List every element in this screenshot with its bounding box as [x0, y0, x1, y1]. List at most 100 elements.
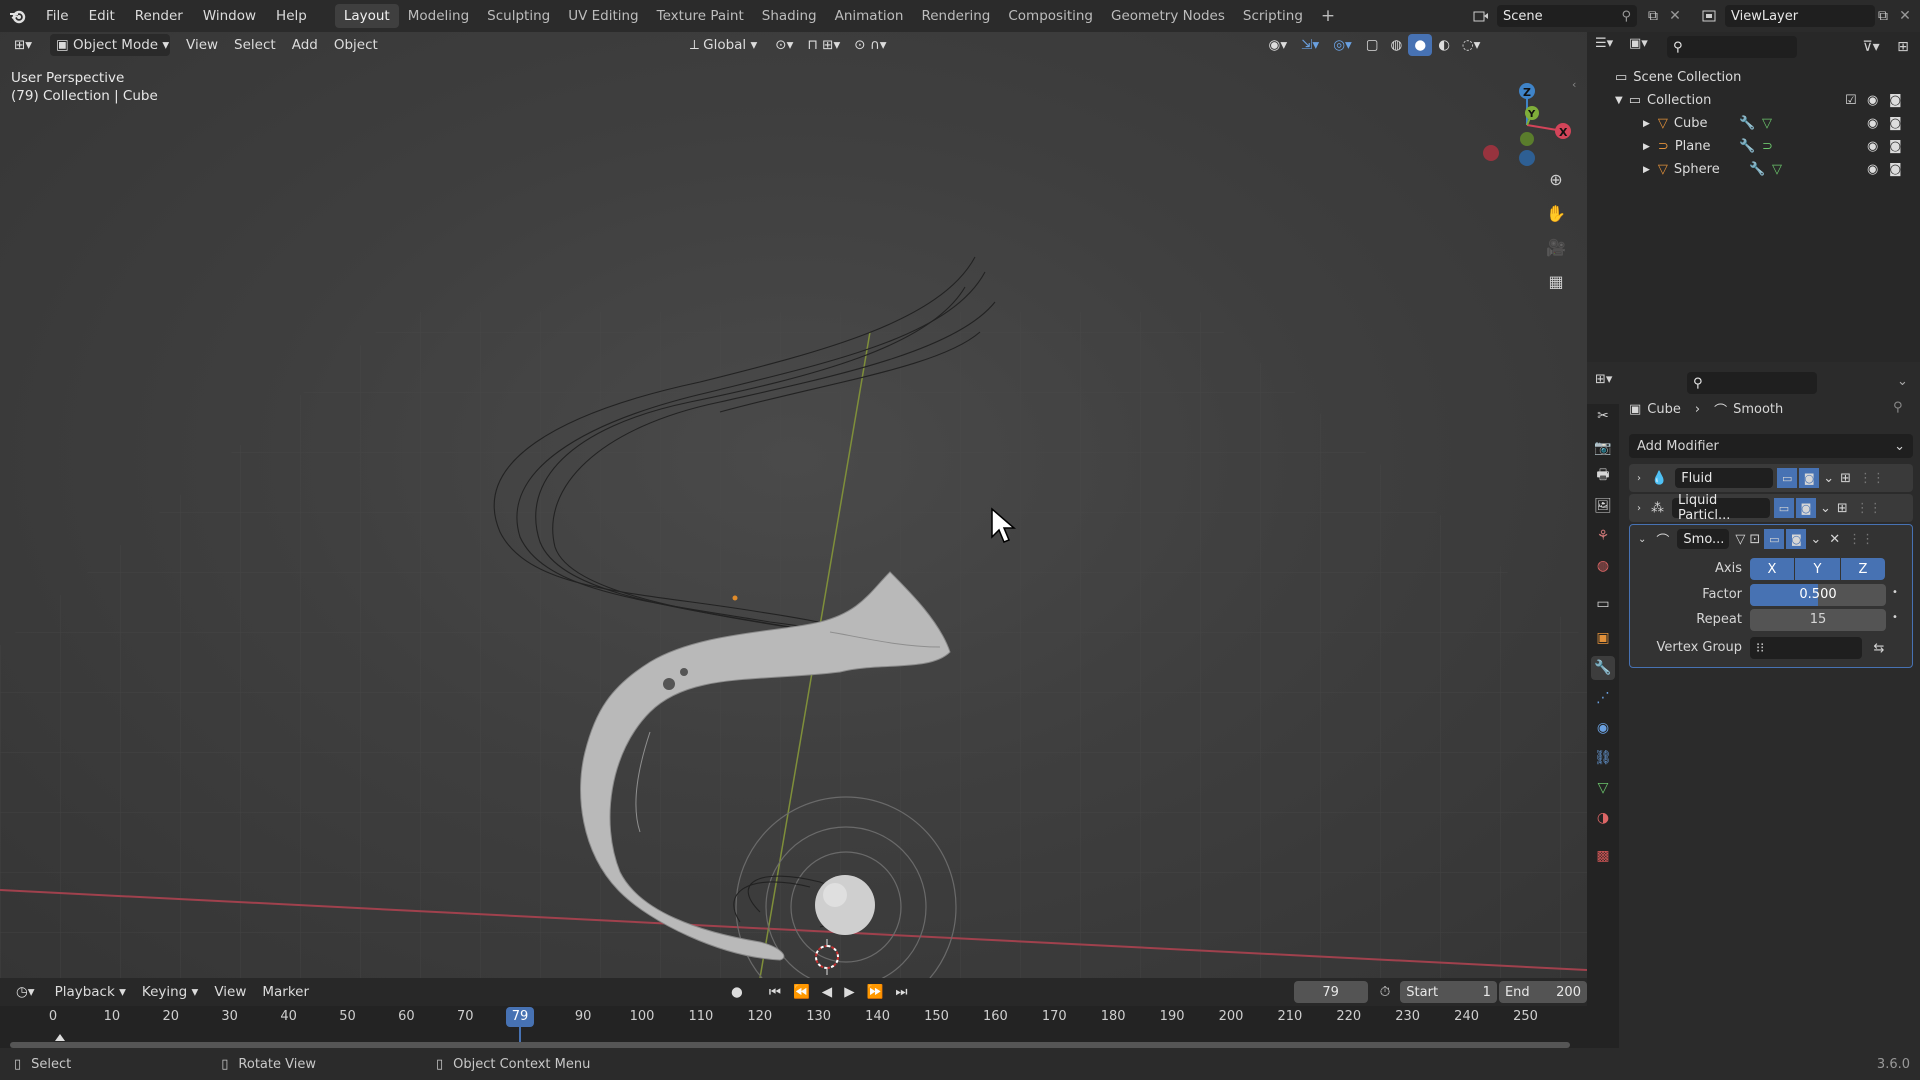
expand-arrow-icon[interactable]: ›: [1637, 503, 1641, 514]
remove-modifier-icon[interactable]: ✕: [1829, 532, 1840, 547]
menu-select[interactable]: Select: [228, 34, 282, 56]
expand-arrow-icon[interactable]: ▶: [1643, 142, 1650, 152]
render-camera-icon[interactable]: ◙: [1889, 162, 1902, 177]
tab-shading[interactable]: Shading: [753, 4, 826, 28]
preview-range-icon[interactable]: ⏱: [1374, 981, 1397, 1003]
menu-file[interactable]: File: [36, 0, 79, 32]
show-viewport-icon[interactable]: ▭: [1777, 468, 1798, 488]
expand-arrow-icon[interactable]: ›: [1637, 473, 1641, 484]
tab-sculpting[interactable]: Sculpting: [478, 4, 559, 28]
ortho-grid-icon[interactable]: ▦: [1545, 270, 1567, 292]
outliner-search-input[interactable]: ⚲: [1667, 36, 1797, 58]
modifier-name-field[interactable]: Fluid: [1675, 468, 1774, 488]
outliner-item-sphere[interactable]: ▶ ▽ Sphere 🔧 ▽ ◉ ◙: [1587, 158, 1920, 181]
pivot-point-icon[interactable]: ⊙▾: [769, 34, 799, 56]
modifier-panel-liquid-particles[interactable]: › ⁂ Liquid Particl... ▭ ◙ ⌄ ⊞ ⋮⋮: [1629, 493, 1913, 523]
texture-tab-icon[interactable]: ▩: [1591, 844, 1615, 868]
delete-scene-icon[interactable]: ✕: [1664, 5, 1686, 27]
tab-compositing[interactable]: Compositing: [999, 4, 1102, 28]
menu-object[interactable]: Object: [328, 34, 384, 56]
render-tab-icon[interactable]: 📷: [1591, 436, 1615, 460]
menu-playback[interactable]: Playback ▾: [49, 981, 132, 1003]
tab-rendering[interactable]: Rendering: [912, 4, 999, 28]
expand-collapse-icon[interactable]: ▼: [1615, 95, 1623, 106]
render-camera-icon[interactable]: ◙: [1889, 139, 1902, 154]
data-tab-icon[interactable]: ▽: [1591, 776, 1615, 800]
collapse-arrow-icon[interactable]: ⌄: [1638, 534, 1646, 545]
outliner-editor-icon[interactable]: ☰▾: [1595, 36, 1625, 58]
keyframe-dot-icon[interactable]: •: [1892, 612, 1898, 623]
overlay-toggle-icon[interactable]: ◎▾: [1327, 34, 1358, 56]
tab-layout[interactable]: Layout: [334, 4, 399, 28]
add-modifier-button[interactable]: Add Modifier ⌄: [1629, 434, 1913, 458]
delete-view-layer-icon[interactable]: ✕: [1894, 5, 1916, 27]
menu-window[interactable]: Window: [193, 0, 266, 32]
collection-tab-icon[interactable]: ▭: [1591, 592, 1615, 616]
keyframe-marker-icon[interactable]: [55, 1034, 65, 1041]
end-frame-field[interactable]: End 200: [1498, 981, 1587, 1003]
edit-mode-icon[interactable]: ▽: [1735, 532, 1745, 547]
expand-arrow-icon[interactable]: ▶: [1643, 165, 1650, 175]
snap-icon[interactable]: ⊓ ⊞▾: [801, 34, 846, 56]
drag-handle-icon[interactable]: ⋮⋮: [1848, 532, 1874, 547]
constraints-tab-icon[interactable]: ⛓: [1591, 746, 1615, 770]
filter-icon[interactable]: ⊽▾: [1855, 36, 1887, 58]
render-camera-icon[interactable]: ◙: [1889, 116, 1902, 131]
outliner-item-cube[interactable]: ▶ ▽ Cube 🔧 ▽ ◉ ◙: [1587, 112, 1920, 135]
rendered-shading-icon[interactable]: ◌▾: [1456, 34, 1487, 56]
timeline-ruler[interactable]: 0 10 20 30 40 50 60 70 90 100 110 120 130 140 150 160 17…: [0, 1006, 1587, 1048]
editor-type-icon[interactable]: ⊞▾: [8, 34, 44, 56]
modifier-name-field[interactable]: Smo...: [1677, 529, 1730, 549]
modifier-tab-icon[interactable]: 🔧: [1591, 656, 1615, 680]
axis-y-toggle[interactable]: Y: [1795, 558, 1840, 580]
play-reverse-icon[interactable]: ◀: [816, 981, 838, 1003]
tab-texture-paint[interactable]: Texture Paint: [648, 4, 753, 28]
invert-vertex-group-icon[interactable]: ⇆: [1868, 637, 1890, 659]
modifier-options-icon[interactable]: ⊞: [1840, 471, 1851, 486]
view-layer-icon[interactable]: [1696, 4, 1722, 28]
drag-handle-icon[interactable]: ⋮⋮: [1859, 471, 1885, 486]
camera-view-icon[interactable]: 🎥: [1545, 236, 1567, 258]
new-scene-icon[interactable]: ⧉: [1642, 5, 1664, 27]
chevron-down-icon[interactable]: ⌄: [1823, 471, 1834, 486]
menu-render[interactable]: Render: [125, 0, 193, 32]
vertex-group-field[interactable]: ⁝⁝: [1750, 637, 1862, 659]
solid-shading-icon[interactable]: ●: [1408, 34, 1433, 56]
exclude-checkbox[interactable]: ☑: [1845, 93, 1857, 108]
pin-icon[interactable]: ⚲: [1893, 400, 1903, 415]
prev-keyframe-icon[interactable]: ⏪: [787, 981, 816, 1003]
tool-tab-icon[interactable]: ✂: [1591, 404, 1615, 428]
tab-scripting[interactable]: Scripting: [1234, 4, 1312, 28]
blender-logo-icon[interactable]: [0, 0, 36, 32]
visibility-icon[interactable]: ◉▾: [1263, 34, 1294, 56]
modifier-wrench-icon[interactable]: 🔧: [1739, 139, 1755, 154]
particles-tab-icon[interactable]: ⋰: [1591, 686, 1615, 710]
modifier-name-field[interactable]: Liquid Particl...: [1672, 493, 1770, 523]
start-frame-field[interactable]: Start 1: [1400, 981, 1497, 1003]
tab-uv-editing[interactable]: UV Editing: [559, 4, 647, 28]
show-render-icon[interactable]: ◙: [1796, 498, 1816, 518]
menu-add[interactable]: Add: [286, 34, 324, 56]
visibility-eye-icon[interactable]: ◉: [1867, 93, 1878, 108]
modifier-options-icon[interactable]: ⊞: [1837, 501, 1848, 516]
tab-geometry-nodes[interactable]: Geometry Nodes: [1102, 4, 1234, 28]
view-layer-field[interactable]: ViewLayer: [1725, 5, 1875, 27]
curve-data-icon[interactable]: ⊃: [1762, 139, 1773, 154]
world-tab-icon[interactable]: ◍: [1591, 554, 1615, 578]
proportional-edit-icon[interactable]: ⊙ ∩▾: [848, 34, 892, 56]
expand-arrow-icon[interactable]: ▶: [1643, 119, 1650, 129]
modifier-wrench-icon[interactable]: 🔧: [1739, 116, 1755, 131]
current-frame-field[interactable]: 79: [1293, 981, 1368, 1003]
axis-z-toggle[interactable]: Z: [1841, 558, 1885, 580]
add-workspace-button[interactable]: +: [1312, 4, 1344, 28]
pin-icon[interactable]: ⚲: [1621, 9, 1631, 24]
modifier-panel-fluid[interactable]: › 💧 Fluid ▭ ◙ ⌄ ⊞ ⋮⋮: [1629, 464, 1913, 492]
sidebar-toggle-icon[interactable]: ‹: [1572, 78, 1576, 91]
mesh-data-icon[interactable]: ▽: [1762, 116, 1772, 131]
jump-start-icon[interactable]: ⏮: [763, 981, 787, 1003]
object-tab-icon[interactable]: ▣: [1591, 626, 1615, 650]
properties-editor-icon[interactable]: ⊞▾: [1595, 372, 1627, 394]
outliner-scene-collection[interactable]: ▭ Scene Collection: [1587, 66, 1920, 89]
xray-icon[interactable]: ▢: [1360, 34, 1385, 56]
outliner-collection[interactable]: ▼ ▭ Collection ☑ ◉ ◙: [1587, 89, 1920, 112]
